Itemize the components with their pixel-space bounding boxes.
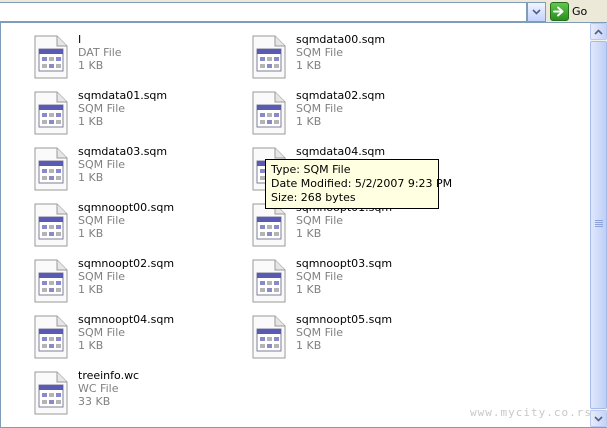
- file-size: 1 KB: [78, 283, 104, 296]
- file-icon: [31, 257, 71, 305]
- file-item[interactable]: treeinfo.wc WC File 33 KB: [31, 369, 241, 423]
- file-type: DAT File: [78, 46, 122, 59]
- file-icon: [31, 145, 71, 193]
- file-name: sqmdata01.sqm: [78, 89, 168, 102]
- chevron-up-icon: [594, 28, 603, 35]
- file-name: sqmdata00.sqm: [296, 33, 386, 46]
- file-view: I DAT File 1 KB sqmdata00.sqm SQM File 1 KB sq…: [0, 22, 607, 428]
- vertical-scrollbar[interactable]: [590, 23, 607, 427]
- file-icon: [31, 201, 71, 249]
- file-item[interactable]: sqmdata01.sqm SQM File 1 KB: [31, 89, 241, 143]
- file-tooltip: Type: SQM File Date Modified: 5/2/2007 9…: [265, 159, 453, 209]
- file-icon: [249, 257, 289, 305]
- file-icon: [249, 89, 289, 137]
- file-type: SQM File: [296, 102, 344, 115]
- file-size: 1 KB: [296, 227, 322, 240]
- file-icon: [31, 313, 71, 361]
- file-item[interactable]: sqmnoopt05.sqm SQM File 1 KB: [249, 313, 459, 367]
- file-item[interactable]: sqmnoopt03.sqm SQM File 1 KB: [249, 257, 459, 311]
- file-list: I DAT File 1 KB sqmdata00.sqm SQM File 1 KB sq…: [1, 23, 589, 427]
- file-item[interactable]: sqmdata03.sqm SQM File 1 KB: [31, 145, 241, 199]
- chevron-down-icon: [532, 9, 541, 15]
- file-name: treeinfo.wc: [78, 369, 140, 382]
- green-arrow-icon: [550, 2, 569, 21]
- file-item[interactable]: sqmnoopt01.sqmSQM File1 KB: [249, 201, 459, 255]
- grip-icon: [595, 220, 603, 229]
- file-item[interactable]: sqmdata00.sqm SQM File 1 KB: [249, 33, 459, 87]
- tooltip-size: Size: 268 bytes: [271, 191, 356, 204]
- file-type: SQM File: [78, 214, 126, 227]
- file-icon: [31, 89, 71, 137]
- file-size: 1 KB: [296, 115, 322, 128]
- file-size: 1 KB: [296, 339, 322, 352]
- file-type: SQM File: [78, 102, 126, 115]
- address-bar: Go: [0, 0, 607, 22]
- file-size: 1 KB: [78, 59, 104, 72]
- tooltip-date-modified: Date Modified: 5/2/2007 9:23 PM: [271, 177, 453, 190]
- file-item[interactable]: sqmnoopt00.sqm SQM File 1 KB: [31, 201, 241, 255]
- file-name: sqmnoopt00.sqm: [78, 201, 175, 214]
- file-type: SQM File: [78, 326, 126, 339]
- file-size: 33 KB: [78, 395, 111, 408]
- file-name: I: [78, 33, 82, 46]
- file-size: 1 KB: [78, 115, 104, 128]
- file-name: sqmdata02.sqm: [296, 89, 386, 102]
- address-input[interactable]: [0, 2, 527, 22]
- file-name: sqmnoopt02.sqm: [78, 257, 175, 270]
- go-label: Go: [572, 5, 588, 18]
- file-name: sqmnoopt04.sqm: [78, 313, 175, 326]
- file-size: 1 KB: [78, 227, 104, 240]
- file-item[interactable]: I DAT File 1 KB: [31, 33, 241, 87]
- file-type: SQM File: [78, 158, 126, 171]
- file-type: WC File: [78, 382, 119, 395]
- file-name: sqmnoopt03.sqm: [296, 257, 393, 270]
- file-icon: [31, 369, 71, 417]
- file-item[interactable]: sqmnoopt02.sqm SQM File 1 KB: [31, 257, 241, 311]
- file-icon: [249, 33, 289, 81]
- watermark: www.mycity.co.rs: [470, 406, 592, 419]
- file-type: SQM File: [296, 214, 344, 227]
- file-type: SQM File: [296, 46, 344, 59]
- chevron-down-icon: [594, 415, 603, 422]
- scroll-thumb[interactable]: [590, 41, 607, 409]
- file-item[interactable]: sqmdata02.sqm SQM File 1 KB: [249, 89, 459, 143]
- address-dropdown-button[interactable]: [527, 2, 546, 22]
- file-icon: [249, 313, 289, 361]
- scroll-down-button[interactable]: [590, 410, 607, 427]
- file-name: sqmdata04.sqm: [296, 145, 386, 158]
- file-size: 1 KB: [296, 283, 322, 296]
- file-name: sqmdata03.sqm: [78, 145, 168, 158]
- file-type: SQM File: [296, 270, 344, 283]
- file-size: 1 KB: [78, 171, 104, 184]
- file-type: SQM File: [296, 326, 344, 339]
- file-size: 1 KB: [78, 339, 104, 352]
- file-type: SQM File: [78, 270, 126, 283]
- go-button[interactable]: Go: [549, 1, 593, 22]
- file-name: sqmnoopt05.sqm: [296, 313, 393, 326]
- file-icon: [31, 33, 71, 81]
- scroll-up-button[interactable]: [590, 23, 607, 40]
- tooltip-type: Type: SQM File: [271, 163, 351, 176]
- file-item[interactable]: sqmnoopt04.sqm SQM File 1 KB: [31, 313, 241, 367]
- file-size: 1 KB: [296, 59, 322, 72]
